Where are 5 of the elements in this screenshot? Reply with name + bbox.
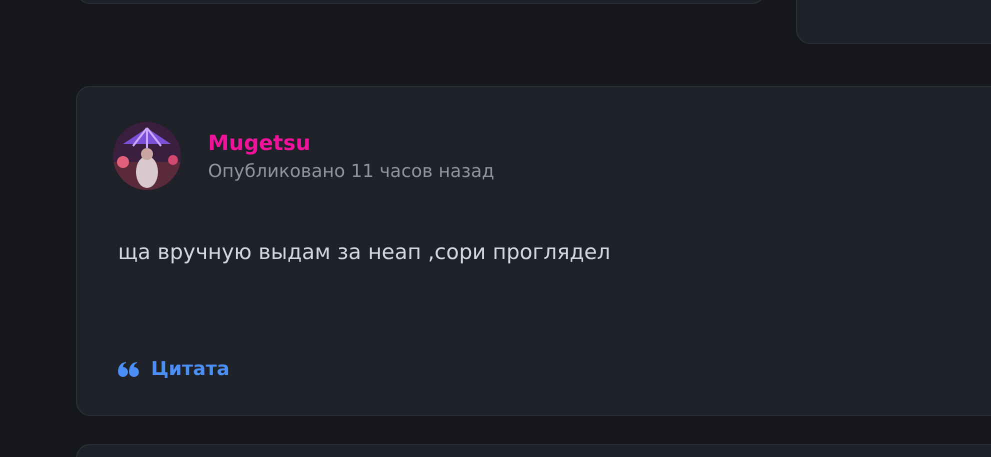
author-name[interactable]: Mugetsu <box>208 130 494 154</box>
quote-icon <box>118 362 139 376</box>
post-time: Опубликовано 11 часов назад <box>208 160 494 182</box>
quote-link[interactable]: Цитата <box>118 358 230 380</box>
post-text: ща вручную выдам за неап ,сори проглядел <box>118 240 612 264</box>
